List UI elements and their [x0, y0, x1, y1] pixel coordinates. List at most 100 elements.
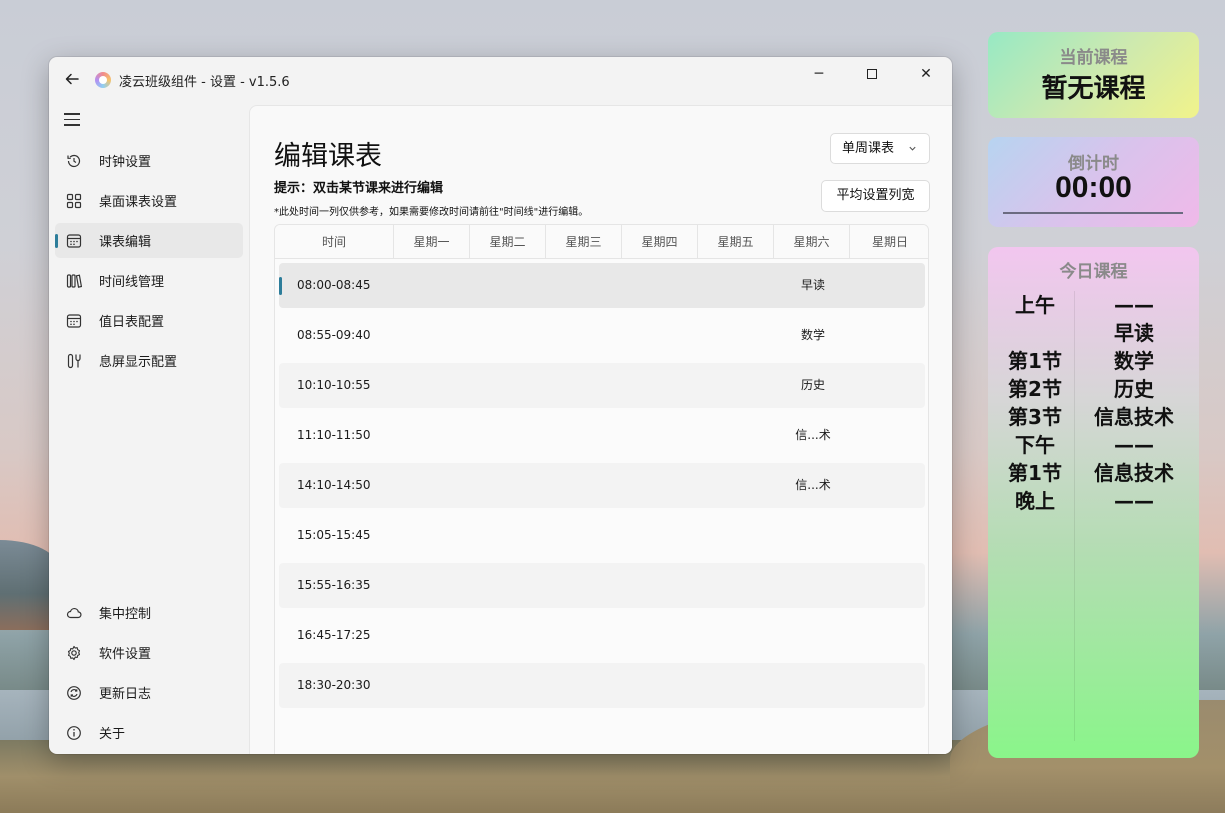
- sidebar-item-clock-settings[interactable]: 时钟设置: [55, 143, 243, 178]
- saturday-cell[interactable]: [775, 563, 851, 608]
- menu-icon-line: [64, 124, 80, 126]
- time-cell: 14:10-14:50: [297, 478, 371, 492]
- average-column-width-button[interactable]: 平均设置列宽: [821, 180, 930, 212]
- today-courses-widget: 今日课程 上午 第1节 第2节 第3节 下午 第1节 晚上 —— 早读 数学 历…: [988, 247, 1199, 758]
- countdown-progress-bar: [1003, 212, 1183, 214]
- time-cell: 10:10-10:55: [297, 378, 371, 392]
- sync-icon: [65, 684, 83, 702]
- sidebar-item-label: 更新日志: [99, 687, 152, 702]
- gear-icon: [65, 644, 83, 662]
- course-label: 历史: [1114, 377, 1154, 401]
- column-header-sunday[interactable]: 星期日: [850, 225, 928, 259]
- time-cell: 15:05-15:45: [297, 528, 371, 542]
- table-row[interactable]: 15:55-16:35: [279, 563, 925, 608]
- minimize-icon: ─: [814, 66, 824, 82]
- period-label: 上午: [1015, 293, 1055, 317]
- maximize-icon: [867, 69, 877, 79]
- page-title: 编辑课表: [274, 141, 382, 172]
- current-course-value: 暂无课程: [1041, 74, 1146, 104]
- column-header-monday[interactable]: 星期一: [394, 225, 470, 259]
- current-course-widget: 当前课程 暂无课程: [988, 32, 1199, 118]
- period-label: 晚上: [1015, 489, 1055, 513]
- saturday-cell[interactable]: [775, 513, 851, 558]
- sidebar-item-schedule-edit[interactable]: 课表编辑: [55, 223, 243, 258]
- sidebar-item-timeline[interactable]: 时间线管理: [55, 263, 243, 298]
- course-label: 信息技术: [1094, 461, 1174, 485]
- table-row[interactable]: 08:00-08:45 早读: [279, 263, 925, 308]
- app-logo-icon: [95, 72, 111, 88]
- content-panel: 编辑课表 提示：双击某节课来进行编辑 *此处时间一列仅供参考，如果需要修改时间请…: [249, 105, 952, 754]
- sidebar-item-label: 桌面课表设置: [99, 195, 178, 210]
- table-row[interactable]: 16:45-17:25: [279, 613, 925, 658]
- time-cell: 08:55-09:40: [297, 328, 371, 342]
- week-type-value: 单周课表: [842, 141, 895, 156]
- table-row[interactable]: 18:30-20:30: [279, 663, 925, 708]
- sidebar-item-label: 时间线管理: [99, 275, 165, 290]
- saturday-cell[interactable]: 历史: [775, 363, 851, 408]
- time-cell: 11:10-11:50: [297, 428, 371, 442]
- table-row[interactable]: 08:55-09:40 数学: [279, 313, 925, 358]
- window-title: 凌云班级组件 - 设置 - v1.5.6: [119, 75, 290, 90]
- course-label: ——: [1114, 489, 1154, 513]
- title-bar: 凌云班级组件 - 设置 - v1.5.6 ─ ✕: [49, 57, 952, 101]
- saturday-cell[interactable]: 信...术: [775, 413, 851, 458]
- sidebar-item-label: 时钟设置: [99, 155, 152, 170]
- time-cell: 08:00-08:45: [297, 278, 371, 292]
- close-icon: ✕: [920, 66, 932, 82]
- back-button[interactable]: [59, 67, 85, 91]
- table-row[interactable]: 14:10-14:50 信...术: [279, 463, 925, 508]
- library-icon: [65, 272, 83, 290]
- sidebar-item-label: 集中控制: [99, 607, 152, 622]
- settings-window: 凌云班级组件 - 设置 - v1.5.6 ─ ✕ 时钟设置 桌面课表设置 课表编…: [49, 57, 952, 754]
- today-courses-label: 今日课程: [1059, 262, 1128, 282]
- today-period-column: 上午 第1节 第2节 第3节 下午 第1节 晚上: [996, 291, 1074, 515]
- saturday-cell[interactable]: [775, 613, 851, 658]
- maximize-button[interactable]: [846, 57, 898, 91]
- tools-icon: [65, 352, 83, 370]
- period-label: 第1节: [1008, 349, 1062, 373]
- sidebar-item-desktop-schedule[interactable]: 桌面课表设置: [55, 183, 243, 218]
- sidebar-item-screensaver[interactable]: 息屏显示配置: [55, 343, 243, 378]
- sidebar: 时钟设置 桌面课表设置 课表编辑 时间线管理 值日表配置 息屏显示配置 集中控制…: [49, 101, 249, 754]
- countdown-value: 00:00: [1055, 171, 1132, 204]
- sidebar-item-central-control[interactable]: 集中控制: [55, 595, 243, 630]
- period-label: 第2节: [1008, 377, 1062, 401]
- table-row[interactable]: 15:05-15:45: [279, 513, 925, 558]
- sidebar-item-label: 息屏显示配置: [99, 355, 178, 370]
- saturday-cell[interactable]: 早读: [775, 263, 851, 308]
- course-label: ——: [1114, 293, 1154, 317]
- calendar-icon: [65, 232, 83, 250]
- time-cell: 16:45-17:25: [297, 628, 371, 642]
- today-column-divider: [1074, 291, 1075, 741]
- sidebar-item-changelog[interactable]: 更新日志: [55, 675, 243, 710]
- minimize-button[interactable]: ─: [793, 57, 845, 91]
- period-label: 第3节: [1008, 405, 1062, 429]
- table-row[interactable]: 11:10-11:50 信...术: [279, 413, 925, 458]
- column-header-saturday[interactable]: 星期六: [774, 225, 850, 259]
- column-header-friday[interactable]: 星期五: [698, 225, 774, 259]
- history-clock-icon: [65, 152, 83, 170]
- table-row[interactable]: 10:10-10:55 历史: [279, 363, 925, 408]
- sidebar-item-about[interactable]: 关于: [55, 715, 243, 750]
- close-button[interactable]: ✕: [900, 57, 952, 91]
- sidebar-item-label: 课表编辑: [99, 235, 152, 250]
- column-header-wednesday[interactable]: 星期三: [546, 225, 622, 259]
- sidebar-item-label: 软件设置: [99, 647, 152, 662]
- saturday-cell[interactable]: 数学: [775, 313, 851, 358]
- course-label: ——: [1114, 433, 1154, 457]
- column-header-tuesday[interactable]: 星期二: [470, 225, 546, 259]
- saturday-cell[interactable]: [775, 663, 851, 708]
- sidebar-item-software-settings[interactable]: 软件设置: [55, 635, 243, 670]
- hamburger-menu-button[interactable]: [61, 109, 85, 131]
- saturday-cell[interactable]: 信...术: [775, 463, 851, 508]
- course-label: 早读: [1114, 321, 1154, 345]
- column-header-thursday[interactable]: 星期四: [622, 225, 698, 259]
- info-icon: [65, 724, 83, 742]
- note-text: *此处时间一列仅供参考，如果需要修改时间请前往"时间线"进行编辑。: [274, 207, 589, 218]
- cloud-icon: [65, 604, 83, 622]
- sidebar-item-duty-roster[interactable]: 值日表配置: [55, 303, 243, 338]
- column-header-time[interactable]: 时间: [275, 225, 394, 259]
- schedule-table: 时间 星期一 星期二 星期三 星期四 星期五 星期六 星期日 08:00-08:…: [274, 224, 929, 754]
- week-type-select[interactable]: 单周课表: [830, 133, 930, 164]
- grid-apps-icon: [65, 192, 83, 210]
